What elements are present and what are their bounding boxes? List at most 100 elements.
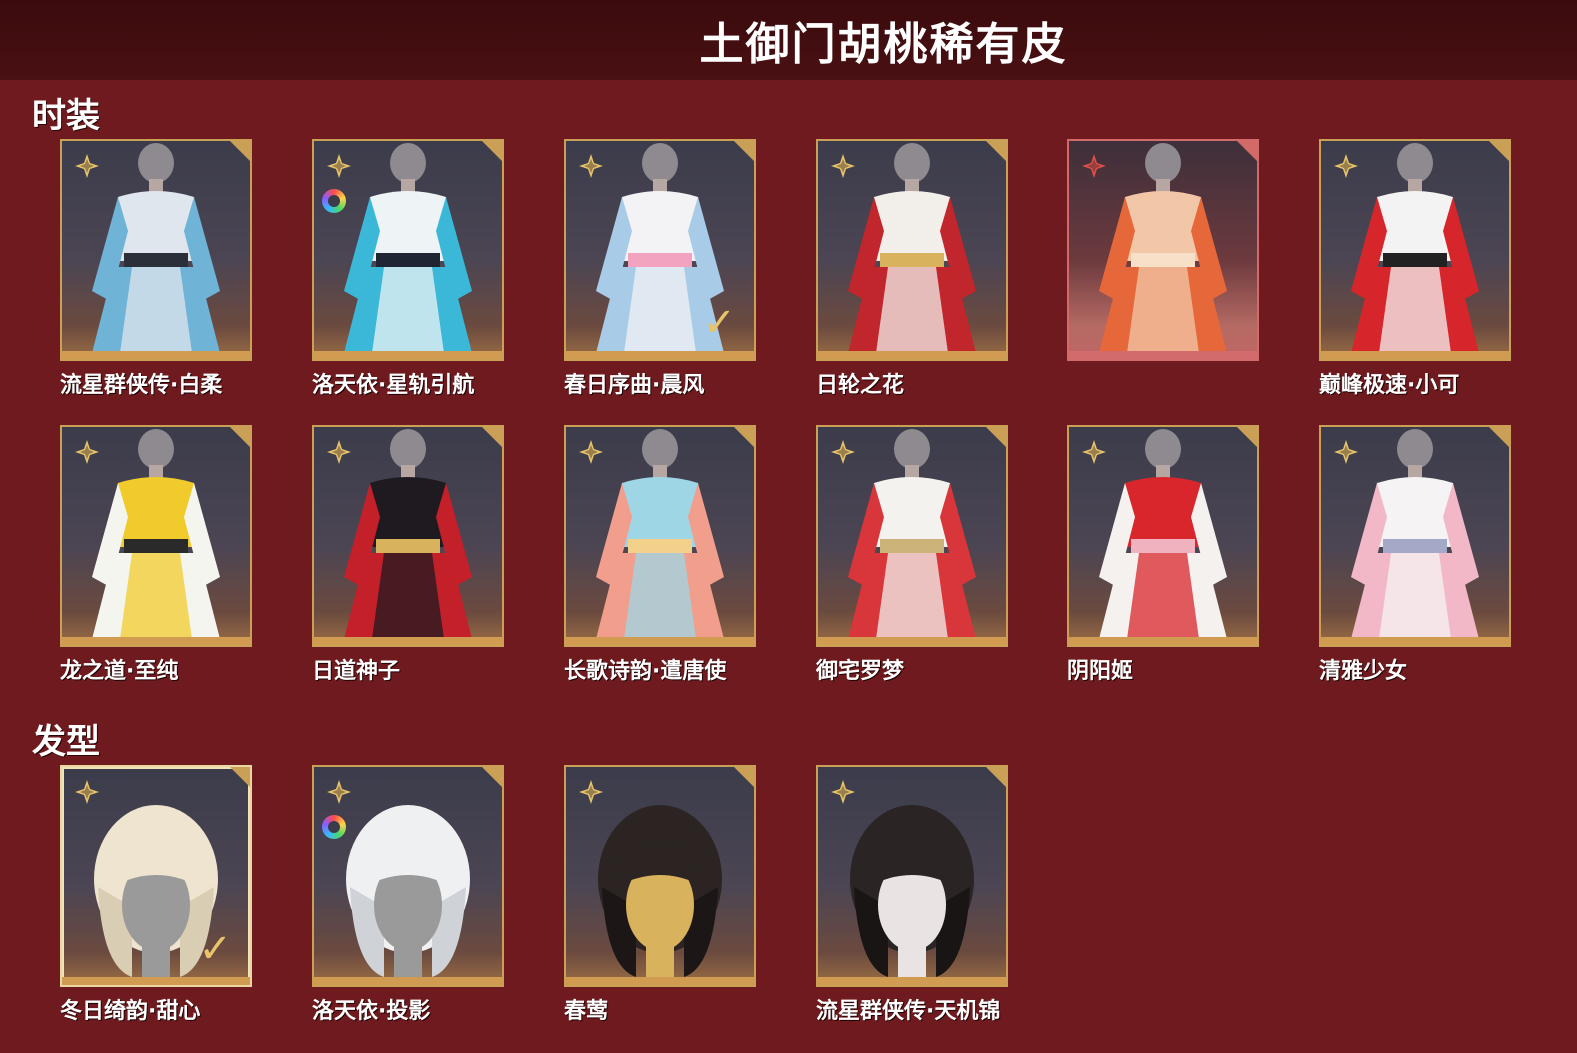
outfit-card[interactable] (816, 425, 1008, 647)
gold-star-icon (74, 153, 100, 179)
outfit-item[interactable]: 龙之道·至纯 (60, 425, 252, 685)
card-rarity-bar (314, 977, 502, 985)
outfit-card[interactable] (312, 139, 504, 361)
hairstyle-card[interactable]: ✓ (60, 765, 252, 987)
outfit-name: 春日序曲·晨风 (564, 373, 705, 398)
outfit-card[interactable]: ✓ (564, 139, 756, 361)
gold-star-icon (326, 779, 352, 805)
card-rarity-bar (566, 351, 754, 359)
outfit-name: 长歌诗韵·遣唐使 (564, 659, 727, 684)
gold-star-icon (578, 779, 604, 805)
outfit-item[interactable]: 日道神子 (312, 425, 504, 685)
gold-star-icon (74, 779, 100, 805)
hairstyle-name: 洛天依·投影 (312, 999, 431, 1024)
gold-star-icon (830, 153, 856, 179)
outfit-card[interactable] (312, 425, 504, 647)
hairstyle-card[interactable] (564, 765, 756, 987)
outfit-name: 清雅少女 (1319, 659, 1408, 684)
outfit-name: 巅峰极速·小可 (1319, 373, 1460, 398)
color-dye-icon (322, 189, 346, 213)
outfit-item[interactable] (1067, 139, 1259, 367)
card-rarity-bar (62, 977, 250, 985)
outfit-item[interactable]: 御宅罗梦 (816, 425, 1008, 685)
outfit-name: 龙之道·至纯 (60, 659, 179, 684)
gold-star-icon (830, 779, 856, 805)
gold-star-icon (1333, 439, 1359, 465)
card-rarity-bar (566, 637, 754, 645)
gold-star-icon (578, 439, 604, 465)
color-dye-icon (322, 815, 346, 839)
hairstyle-name: 冬日绮韵·甜心 (60, 999, 201, 1024)
owned-check-icon: ✓ (198, 926, 232, 972)
outfit-card[interactable] (60, 425, 252, 647)
card-corner-decoration (1487, 427, 1509, 449)
hairstyle-item[interactable]: 流星群侠传·天机锦 (816, 765, 1008, 1025)
hairstyle-item[interactable]: 洛天依·投影 (312, 765, 504, 1025)
outfit-item[interactable]: 巅峰极速·小可 (1319, 139, 1511, 399)
outfit-name: 日道神子 (312, 659, 401, 684)
card-corner-decoration (984, 767, 1006, 789)
outfit-name: 阴阳姬 (1067, 659, 1134, 684)
outfit-card[interactable] (564, 425, 756, 647)
outfit-name: 御宅罗梦 (816, 659, 905, 684)
outfit-card[interactable] (1319, 139, 1511, 361)
gold-star-icon (74, 439, 100, 465)
card-rarity-bar (62, 351, 250, 359)
skin-grid: 流星群侠传·白柔 洛天依·星轨引航 ✓ 春日序曲·晨风 日轮之花 巅峰极速·小可… (0, 0, 1577, 1053)
hairstyle-item[interactable]: ✓ 冬日绮韵·甜心 (60, 765, 252, 1025)
outfit-card[interactable] (1067, 139, 1259, 361)
card-corner-decoration (1235, 141, 1257, 163)
outfit-card[interactable] (816, 139, 1008, 361)
gold-star-icon (1081, 439, 1107, 465)
hairstyle-card[interactable] (816, 765, 1008, 987)
outfit-card[interactable] (1067, 425, 1259, 647)
card-corner-decoration (732, 141, 754, 163)
card-rarity-bar (62, 637, 250, 645)
card-rarity-bar (1069, 351, 1257, 359)
outfit-item[interactable]: ✓ 春日序曲·晨风 (564, 139, 756, 399)
card-rarity-bar (1069, 637, 1257, 645)
outfit-item[interactable]: 流星群侠传·白柔 (60, 139, 252, 399)
outfit-name: 日轮之花 (816, 373, 905, 398)
card-rarity-bar (818, 351, 1006, 359)
card-corner-decoration (228, 141, 250, 163)
card-rarity-bar (314, 637, 502, 645)
outfit-item[interactable]: 洛天依·星轨引航 (312, 139, 504, 399)
gold-star-icon (1333, 153, 1359, 179)
red-star-icon (1081, 153, 1107, 179)
gold-star-icon (326, 439, 352, 465)
card-corner-decoration (480, 427, 502, 449)
hairstyle-name: 流星群侠传·天机锦 (816, 999, 1001, 1024)
card-corner-decoration (732, 427, 754, 449)
card-rarity-bar (818, 977, 1006, 985)
outfit-item[interactable]: 长歌诗韵·遣唐使 (564, 425, 756, 685)
outfit-item[interactable]: 清雅少女 (1319, 425, 1511, 685)
card-corner-decoration (480, 141, 502, 163)
outfit-item[interactable]: 阴阳姬 (1067, 425, 1259, 685)
card-corner-decoration (984, 427, 1006, 449)
card-rarity-bar (818, 637, 1006, 645)
card-rarity-bar (314, 351, 502, 359)
card-rarity-bar (1321, 637, 1509, 645)
card-corner-decoration (228, 427, 250, 449)
card-corner-decoration (1487, 141, 1509, 163)
gold-star-icon (830, 439, 856, 465)
card-corner-decoration (228, 767, 250, 789)
outfit-name: 流星群侠传·白柔 (60, 373, 223, 398)
gold-star-icon (326, 153, 352, 179)
outfit-card[interactable] (60, 139, 252, 361)
owned-check-icon: ✓ (702, 300, 736, 346)
card-rarity-bar (1321, 351, 1509, 359)
card-rarity-bar (566, 977, 754, 985)
card-corner-decoration (1235, 427, 1257, 449)
outfit-item[interactable]: 日轮之花 (816, 139, 1008, 399)
outfit-card[interactable] (1319, 425, 1511, 647)
outfit-name: 洛天依·星轨引航 (312, 373, 475, 398)
hairstyle-item[interactable]: 春莺 (564, 765, 756, 1025)
card-corner-decoration (480, 767, 502, 789)
card-corner-decoration (732, 767, 754, 789)
card-corner-decoration (984, 141, 1006, 163)
hairstyle-name: 春莺 (564, 999, 609, 1024)
gold-star-icon (578, 153, 604, 179)
hairstyle-card[interactable] (312, 765, 504, 987)
